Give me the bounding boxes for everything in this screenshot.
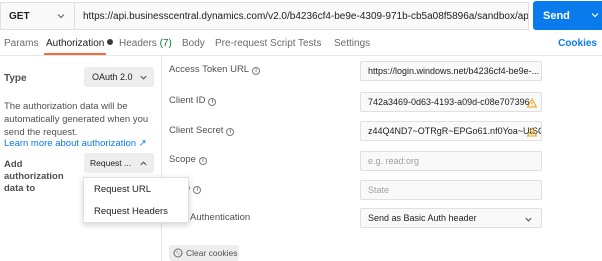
client-authentication-label: Authentication	[190, 212, 251, 223]
state-field[interactable]: State	[360, 180, 542, 200]
info-icon: i	[193, 186, 202, 194]
warning-icon	[527, 127, 537, 137]
info-icon: i	[198, 157, 207, 165]
add-auth-to-select[interactable]: Request ...	[84, 153, 154, 173]
field-label-text: Client Secret	[169, 125, 224, 136]
url-text: https://api.businesscentral.dynamics.com…	[83, 10, 529, 22]
auth-description: The authorization data will be automatic…	[4, 101, 149, 138]
scope-field[interactable]: e.g. read:org	[360, 151, 542, 171]
access-token-url-label: Access Token URL i	[169, 64, 261, 75]
type-label: Type	[4, 73, 27, 84]
scope-label: Scope i	[169, 154, 207, 165]
field-placeholder: State	[368, 185, 390, 195]
tab-label: Params	[4, 38, 39, 49]
tab-authorization[interactable]: Authorization	[46, 38, 114, 49]
field-value: https://login.windows.net/b4236cf4-be9e-…	[368, 66, 540, 76]
chevron-down-icon	[140, 75, 147, 80]
client-secret-field[interactable]: z44Q4ND7~OTRgR~EPGo61.nf0Yoa~UtSQ	[360, 121, 542, 141]
chevron-down-icon	[525, 217, 532, 222]
tab-label: Authorization	[46, 38, 105, 49]
tab-label: Tests	[298, 38, 322, 49]
field-placeholder: e.g. read:org	[368, 156, 420, 166]
cookies-link[interactable]: Cookies	[558, 38, 597, 49]
tab-label: Body	[182, 38, 205, 49]
modified-dot-icon	[107, 39, 114, 45]
tab-headers[interactable]: Headers (7)	[119, 38, 172, 49]
add-auth-to-label: Add authorization data to	[4, 159, 64, 194]
add-auth-to-dropdown: Request URL Request Headers	[83, 177, 189, 223]
select-value: Send as Basic Auth header	[368, 213, 477, 223]
add-auth-to-value: Request ...	[90, 158, 132, 168]
tab-label: Settings	[334, 38, 371, 49]
client-id-field[interactable]: 742a3469-0d63-4193-a09d-c08e707396	[360, 92, 542, 112]
access-token-url-field[interactable]: https://login.windows.net/b4236cf4-be9e-…	[360, 61, 542, 81]
warning-icon	[527, 98, 537, 108]
auth-type-value: OAuth 2.0	[92, 72, 133, 82]
field-label-text: Scope	[169, 154, 196, 165]
field-value: z44Q4ND7~OTRgR~EPGo61.nf0Yoa~UtSQ	[368, 126, 542, 136]
clear-cookies-button[interactable]: Clear cookies	[169, 245, 239, 261]
auth-sidebar: Type OAuth 2.0 The authorization data wi…	[0, 56, 162, 261]
field-value: 742a3469-0d63-4193-a09d-c08e707396	[368, 97, 530, 107]
chevron-down-icon	[57, 14, 65, 19]
tab-tests[interactable]: Tests	[298, 38, 321, 49]
url-input[interactable]: https://api.businesscentral.dynamics.com…	[74, 2, 529, 30]
chevron-down-icon	[591, 13, 599, 18]
tab-settings[interactable]: Settings	[334, 38, 370, 49]
send-button[interactable]: Send	[533, 1, 602, 30]
tab-body[interactable]: Body	[182, 38, 205, 49]
tab-pre-request-script[interactable]: Pre-request Script	[215, 38, 296, 49]
client-authentication-select[interactable]: Send as Basic Auth header	[360, 208, 542, 228]
field-label-text: Access Token URL	[169, 64, 250, 75]
request-bar: GET https://api.businesscentral.dynamics…	[0, 0, 602, 36]
field-label-text: Client ID	[169, 95, 206, 106]
info-icon: i	[226, 128, 235, 136]
client-secret-label: Client Secret i	[169, 125, 235, 136]
method-label: GET	[9, 10, 30, 22]
send-label: Send	[543, 9, 570, 22]
dropdown-item-label: Request Headers	[94, 205, 168, 217]
method-select[interactable]: GET	[0, 2, 74, 30]
chevron-up-icon	[140, 161, 147, 166]
info-icon: i	[252, 67, 261, 75]
request-tabs: Params Authorization Headers (7) Body Pr…	[0, 36, 602, 54]
cookie-icon	[173, 248, 183, 258]
tab-count: (7)	[159, 38, 172, 49]
tab-params[interactable]: Params	[4, 38, 38, 49]
clear-cookies-label: Clear cookies	[186, 248, 238, 258]
dropdown-item-request-url[interactable]: Request URL	[84, 178, 188, 200]
tab-label: Headers	[119, 38, 157, 49]
dropdown-item-request-headers[interactable]: Request Headers	[84, 200, 188, 222]
dropdown-item-label: Request URL	[94, 183, 152, 195]
auth-type-select[interactable]: OAuth 2.0	[84, 67, 154, 87]
tab-label: Pre-request Script	[215, 38, 296, 49]
info-icon: i	[208, 98, 217, 106]
learn-more-link[interactable]: Learn more about authorization ↗	[4, 138, 147, 149]
client-id-label: Client ID i	[169, 95, 217, 106]
